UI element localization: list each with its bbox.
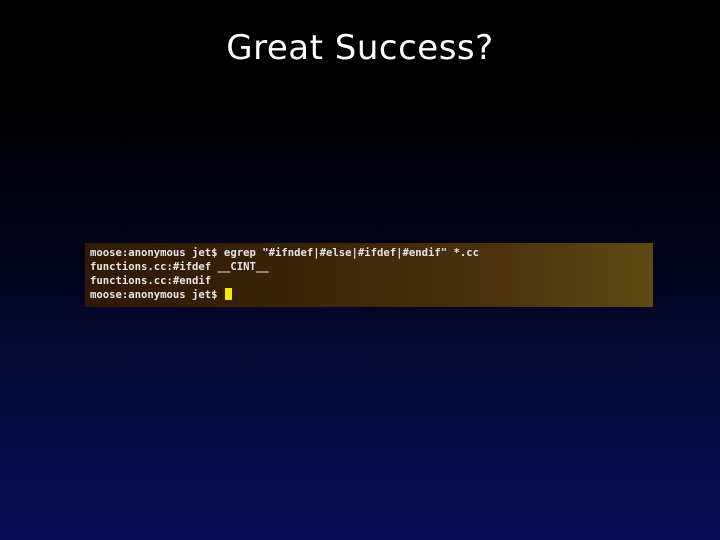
slide-title: Great Success? [226, 28, 494, 68]
terminal-prompt-row: moose:anonymous jet$ [90, 288, 653, 302]
terminal-line-output-2: functions.cc:#endif [90, 275, 212, 287]
terminal-cursor [224, 288, 232, 300]
terminal-line-output-1: functions.cc:#ifdef __CINT__ [90, 261, 269, 273]
terminal-screenshot: moose:anonymous jet$ egrep "#ifndef|#els… [85, 243, 653, 307]
terminal-line-command: moose:anonymous jet$ egrep "#ifndef|#els… [90, 247, 480, 259]
terminal-prompt: moose:anonymous jet$ [90, 289, 224, 301]
